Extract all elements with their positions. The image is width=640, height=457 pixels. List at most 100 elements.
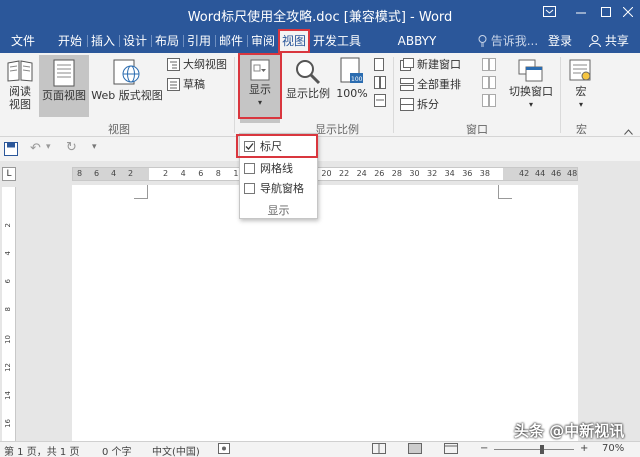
draft-button[interactable]: 草稿	[167, 77, 205, 93]
language-status[interactable]: 中文(中国)	[152, 443, 200, 457]
show-group-label: 显示	[267, 204, 290, 217]
zoom-100-button[interactable]: 100 100%	[336, 57, 368, 100]
macro-record-icon[interactable]	[218, 443, 230, 457]
ruler-tick-label: 48	[567, 169, 578, 178]
switch-windows-icon	[518, 59, 543, 82]
arrange-all-button[interactable]: 全部重排	[400, 77, 461, 93]
ruler-tick-label: 46	[551, 169, 562, 178]
checkbox-unchecked-icon	[244, 163, 255, 174]
web-layout-button[interactable]: Web 版式视图	[91, 59, 163, 102]
switch-windows-button[interactable]: 切换窗口 ▾	[505, 59, 557, 111]
zoom-in-icon[interactable]: +	[580, 443, 588, 454]
multiple-pages-icon[interactable]	[374, 75, 389, 91]
share-button[interactable]: 共享	[582, 29, 636, 53]
arrange-all-label: 全部重排	[417, 78, 461, 91]
vertical-ruler[interactable]: 2 4 6 8 10 12 14 16	[2, 187, 16, 441]
signin-link[interactable]: 登录	[544, 29, 576, 53]
ruler-tick-label: 6	[198, 169, 204, 178]
navigation-pane-checkbox[interactable]: 导航窗格	[244, 180, 304, 198]
ribbon-tabs: 文件 开始 插入 设计 布局 引用 邮件 审阅 视图 开发工具 ABBYY Fi…	[0, 29, 640, 72]
read-mode-status-icon[interactable]	[372, 443, 386, 457]
tab-design[interactable]: 设计	[120, 29, 150, 53]
ruler-tick-label: 4	[111, 169, 117, 178]
vertical-ruler-tick-label: 16	[4, 419, 12, 428]
gridlines-checkbox[interactable]: 网格线	[244, 160, 293, 178]
close-icon[interactable]	[612, 0, 640, 29]
print-layout-button[interactable]: 页面视图	[39, 55, 89, 117]
tab-review[interactable]: 审阅	[248, 29, 278, 53]
document-page[interactable]	[72, 185, 578, 441]
person-icon	[589, 35, 602, 48]
zoom-level[interactable]: 70%	[602, 443, 624, 454]
tab-mailings[interactable]: 邮件	[216, 29, 246, 53]
vertical-ruler-tick-label: 8	[4, 307, 12, 312]
tab-developer[interactable]: 开发工具	[310, 29, 364, 53]
tab-insert[interactable]: 插入	[88, 29, 118, 53]
share-label: 共享	[604, 34, 629, 48]
vertical-ruler-tick-label: 4	[4, 251, 12, 256]
macros-button[interactable]: 宏 ▾	[566, 59, 596, 111]
tab-file[interactable]: 文件	[6, 29, 40, 53]
tab-abbyy[interactable]: ABBYY FineReader	[366, 29, 468, 72]
ribbon-options-icon[interactable]	[534, 0, 565, 29]
undo-dropdown-icon[interactable]: ▾	[46, 142, 51, 152]
view-tab-highlight	[278, 29, 310, 53]
reset-window-icon[interactable]	[482, 93, 499, 109]
title-bar: Word标尺使用全攻略.doc [兼容模式] - Word	[0, 0, 640, 29]
undo-icon[interactable]: ↶	[30, 141, 41, 156]
one-page-icon[interactable]	[374, 57, 387, 73]
zoom-slider-thumb[interactable]	[540, 445, 544, 454]
view-side-by-side-icon[interactable]	[482, 57, 499, 73]
ruler-tick-label: 2	[128, 169, 134, 178]
ruler-tick-label: 24	[356, 169, 367, 178]
save-icon[interactable]	[4, 142, 18, 159]
read-mode-line1: 阅读	[9, 85, 31, 98]
zoom-out-icon[interactable]: −	[480, 443, 488, 454]
word-count[interactable]: 0 个字	[102, 443, 132, 457]
tab-layout[interactable]: 布局	[152, 29, 182, 53]
lightbulb-icon	[478, 35, 487, 47]
collapse-ribbon-icon[interactable]	[624, 121, 636, 137]
ruler-checkbox-highlight	[236, 134, 318, 158]
ruler-tick-label: 38	[479, 169, 490, 178]
ruler-tick-label: 34	[444, 169, 455, 178]
tell-me-search[interactable]: 告诉我...	[476, 29, 540, 53]
page-count[interactable]: 第 1 页，共 1 页	[4, 443, 79, 457]
tab-references[interactable]: 引用	[184, 29, 214, 53]
ruler-tick-label: 28	[391, 169, 402, 178]
page-width-icon[interactable]	[374, 93, 389, 109]
print-layout-status-icon[interactable]	[408, 443, 422, 457]
navigation-pane-checkbox-label: 导航窗格	[260, 182, 304, 195]
tell-me-text: 告诉我...	[490, 34, 539, 48]
macros-dropdown-icon: ▾	[578, 100, 583, 109]
split-button[interactable]: 拆分	[400, 97, 439, 113]
quick-access-toolbar: ↶ ▾ ↻ ▾	[0, 137, 640, 161]
gridlines-checkbox-label: 网格线	[260, 162, 293, 175]
checkbox-unchecked-icon	[244, 183, 255, 194]
ruler-tick-label: 2	[163, 169, 169, 178]
read-mode-line2: 视图	[9, 98, 31, 111]
globe-page-icon	[113, 59, 140, 85]
outline-icon	[167, 58, 180, 71]
read-mode-button[interactable]: 阅读 视图	[4, 59, 36, 111]
zoom-button[interactable]: 显示比例	[286, 59, 330, 100]
customize-qat-icon[interactable]: ▾	[92, 142, 97, 152]
sync-scroll-icon[interactable]	[482, 75, 499, 91]
redo-icon[interactable]: ↻	[66, 140, 77, 155]
new-window-icon	[400, 58, 414, 71]
zoom-label: 显示比例	[286, 87, 330, 100]
zoom-100-icon: 100	[340, 57, 363, 83]
document-area: L 86422468101214161820222426283032343638…	[0, 161, 640, 441]
horizontal-ruler[interactable]: 8642246810121416182022242628303234363842…	[72, 167, 578, 181]
window-group-label: 窗口	[466, 123, 488, 136]
margin-corner-right	[498, 185, 512, 199]
web-layout-status-icon[interactable]	[444, 443, 458, 457]
tab-home[interactable]: 开始	[54, 29, 86, 53]
vertical-ruler-tick-label: 14	[4, 391, 12, 400]
zoom-group-label: 显示比例	[315, 123, 359, 136]
outline-button[interactable]: 大纲视图	[167, 57, 227, 73]
vertical-ruler-tick-label: 6	[4, 279, 12, 284]
zoom-slider-track[interactable]	[494, 449, 574, 450]
tab-selector[interactable]: L	[2, 167, 16, 181]
new-window-button[interactable]: 新建窗口	[400, 57, 461, 73]
